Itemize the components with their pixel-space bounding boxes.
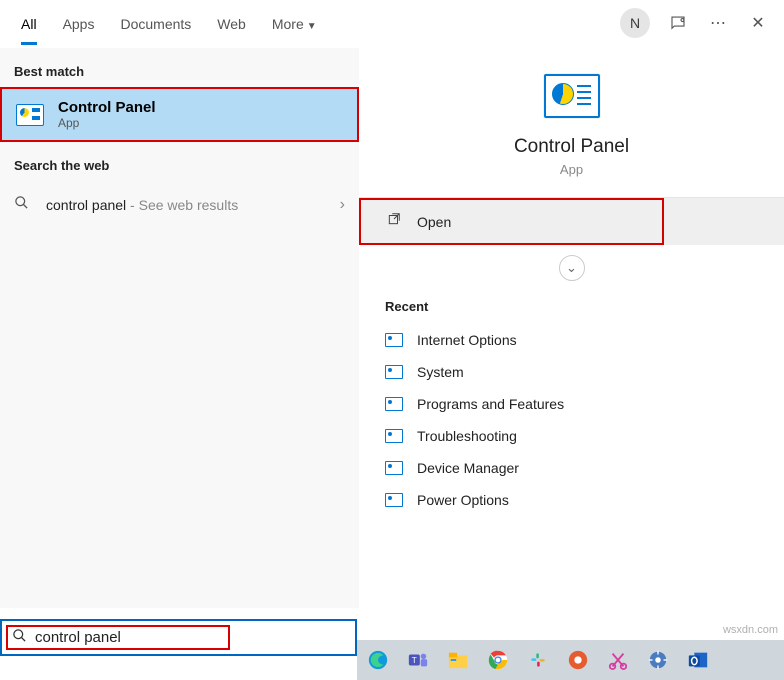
expand-button[interactable]: ⌄ — [559, 255, 585, 281]
result-title: Control Panel — [58, 99, 156, 116]
control-panel-item-icon — [385, 333, 403, 347]
web-result-text: control panel - See web results — [46, 197, 326, 213]
svg-text:T: T — [412, 656, 417, 665]
open-label: Open — [417, 214, 451, 230]
watermark: wsxdn.com — [723, 624, 778, 636]
search-web-heading: Search the web — [0, 142, 359, 181]
control-panel-item-icon — [385, 397, 403, 411]
control-panel-item-icon — [385, 365, 403, 379]
tab-all[interactable]: All — [8, 3, 50, 45]
web-result-item[interactable]: control panel - See web results › — [0, 181, 359, 228]
recent-item[interactable]: Internet Options — [359, 324, 784, 356]
tab-web[interactable]: Web — [204, 3, 259, 45]
control-panel-item-icon — [385, 493, 403, 507]
taskbar: T — [357, 640, 784, 680]
taskbar-teams-icon[interactable]: T — [405, 647, 431, 673]
result-control-panel[interactable]: Control Panel App — [0, 87, 359, 142]
result-subtitle: App — [58, 116, 156, 130]
tab-documents[interactable]: Documents — [107, 3, 204, 45]
control-panel-item-icon — [385, 461, 403, 475]
tab-apps[interactable]: Apps — [50, 3, 108, 45]
control-panel-icon-large — [544, 74, 600, 118]
recent-item[interactable]: Device Manager — [359, 452, 784, 484]
taskbar-settings-icon[interactable] — [645, 647, 671, 673]
control-panel-icon — [16, 104, 44, 126]
avatar[interactable]: N — [620, 8, 650, 38]
chevron-right-icon: › — [340, 196, 345, 214]
taskbar-edge-icon[interactable] — [365, 647, 391, 673]
taskbar-outlook-icon[interactable] — [685, 647, 711, 673]
recent-item[interactable]: Power Options — [359, 484, 784, 516]
taskbar-explorer-icon[interactable] — [445, 647, 471, 673]
search-input-container[interactable] — [0, 619, 357, 656]
recent-item[interactable]: Programs and Features — [359, 388, 784, 420]
feedback-icon[interactable] — [666, 11, 690, 35]
open-icon — [387, 212, 403, 231]
recent-item[interactable]: Troubleshooting — [359, 420, 784, 452]
recent-item[interactable]: System — [359, 356, 784, 388]
best-match-heading: Best match — [0, 48, 359, 87]
chevron-down-icon: ▼ — [307, 21, 317, 32]
detail-subtitle: App — [359, 162, 784, 177]
taskbar-chrome-icon[interactable] — [485, 647, 511, 673]
open-action[interactable]: Open — [359, 198, 664, 245]
taskbar-app-icon[interactable] — [565, 647, 591, 673]
taskbar-snip-icon[interactable] — [605, 647, 631, 673]
close-icon[interactable]: ✕ — [746, 11, 770, 35]
chevron-down-icon: ⌄ — [566, 260, 577, 276]
more-options-icon[interactable]: ⋯ — [706, 11, 730, 35]
control-panel-item-icon — [385, 429, 403, 443]
search-icon — [12, 628, 27, 647]
taskbar-slack-icon[interactable] — [525, 647, 551, 673]
search-icon — [14, 195, 32, 214]
detail-title: Control Panel — [359, 136, 784, 158]
search-input[interactable] — [35, 629, 345, 646]
tab-more[interactable]: More▼ — [259, 3, 330, 45]
recent-heading: Recent — [359, 291, 784, 324]
